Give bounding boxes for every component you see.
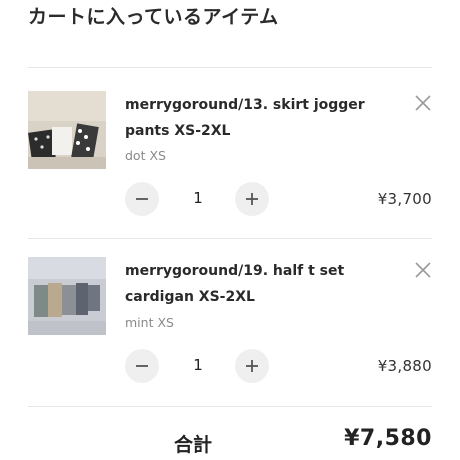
increase-quantity-button[interactable] <box>235 349 269 383</box>
plus-icon <box>246 360 258 372</box>
quantity-value: 1 <box>193 356 203 374</box>
minus-icon <box>136 365 148 367</box>
close-icon <box>415 262 431 278</box>
product-thumbnail[interactable] <box>28 257 106 335</box>
item-name[interactable]: merrygoround/19. half t set cardigan XS-… <box>125 258 395 310</box>
decrease-quantity-button[interactable] <box>125 349 159 383</box>
item-price: ¥3,880 <box>377 357 432 375</box>
total-label: 合計 <box>174 434 213 456</box>
quantity-value: 1 <box>193 189 203 207</box>
plus-icon <box>246 193 258 205</box>
divider <box>28 238 432 239</box>
item-variant: mint XS <box>125 315 174 330</box>
increase-quantity-button[interactable] <box>235 182 269 216</box>
item-price: ¥3,700 <box>377 190 432 208</box>
divider <box>28 406 432 407</box>
total-value: ¥7,580 <box>344 426 432 451</box>
cart-item: merrygoround/19. half t set cardigan XS-… <box>0 0 460 383</box>
product-photo-icon <box>28 257 106 335</box>
remove-item-button[interactable] <box>413 260 433 280</box>
minus-icon <box>136 198 148 200</box>
decrease-quantity-button[interactable] <box>125 182 159 216</box>
item-variant: dot XS <box>125 148 166 163</box>
